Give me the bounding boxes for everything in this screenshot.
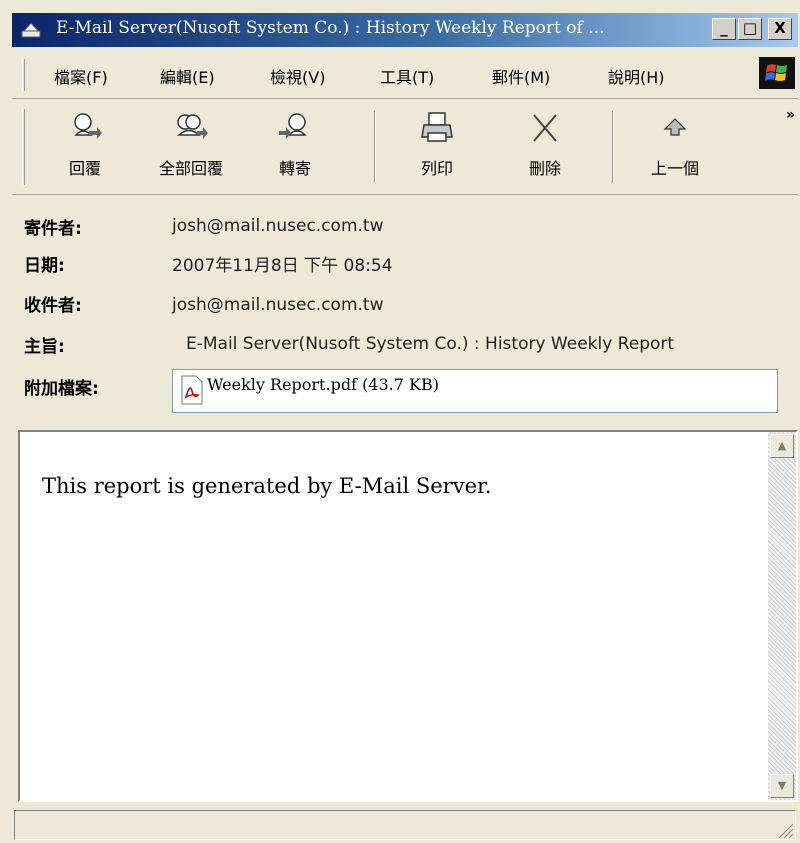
delete-label: 刪除 xyxy=(528,159,561,178)
to-value: josh@mail.nusec.com.tw xyxy=(172,295,384,315)
print-button[interactable]: 列印 xyxy=(392,107,482,189)
message-body-text: This report is generated by E-Mail Serve… xyxy=(42,474,492,498)
attachment-file-name[interactable]: Weekly Report.pdf (43.7 KB) xyxy=(207,375,439,394)
subject-value: E-Mail Server(Nusoft System Co.) : Histo… xyxy=(186,334,675,354)
reply-label: 回覆 xyxy=(68,159,101,178)
attachment-field[interactable]: Weekly Report.pdf (43.7 KB) xyxy=(172,369,778,413)
scroll-up-arrow-icon[interactable]: ▲ xyxy=(770,434,794,458)
scroll-down-arrow-icon[interactable]: ▼ xyxy=(770,774,794,798)
previous-icon xyxy=(663,118,687,136)
minimize-button[interactable]: _ xyxy=(712,18,736,40)
previous-label: 上一個 xyxy=(650,159,699,178)
delete-icon xyxy=(533,114,557,142)
to-label: 收件者: xyxy=(24,296,82,316)
menu-grip[interactable] xyxy=(22,59,25,91)
toolbar-overflow-button[interactable]: » xyxy=(786,107,795,123)
pdf-file-icon xyxy=(181,375,203,405)
print-icon xyxy=(421,112,453,142)
attachment-label: 附加檔案: xyxy=(24,379,99,399)
menu-help[interactable]: 說明(H) xyxy=(608,64,665,88)
forward-button[interactable]: 轉寄 xyxy=(250,107,340,189)
title-bar[interactable]: E-Mail Server(Nusoft System Co.) : Histo… xyxy=(12,13,798,47)
forward-icon xyxy=(279,113,307,139)
toolbar-grip[interactable] xyxy=(22,109,25,185)
window-title: E-Mail Server(Nusoft System Co.) : Histo… xyxy=(56,18,605,38)
menu-bar: 檔案(F) 編輯(E) 檢視(V) 工具(T) 郵件(M) 說明(H) xyxy=(12,51,798,99)
menu-tools[interactable]: 工具(T) xyxy=(380,64,434,88)
menu-message[interactable]: 郵件(M) xyxy=(492,64,550,88)
email-window: E-Mail Server(Nusoft System Co.) : Histo… xyxy=(0,0,800,843)
resize-grip-icon[interactable] xyxy=(776,821,794,839)
reply-all-icon xyxy=(177,114,208,139)
print-label: 列印 xyxy=(420,159,453,178)
status-panel xyxy=(14,810,796,840)
reply-all-button[interactable]: 全部回覆 xyxy=(146,107,236,189)
menu-edit[interactable]: 編輯(E) xyxy=(160,64,215,88)
menu-file[interactable]: 檔案(F) xyxy=(54,64,108,88)
menu-view[interactable]: 檢視(V) xyxy=(270,64,325,88)
from-label: 寄件者: xyxy=(24,219,82,239)
previous-button[interactable]: 上一個 xyxy=(630,107,720,189)
status-bar xyxy=(12,806,798,843)
mail-app-icon xyxy=(20,22,42,38)
toolbar-separator xyxy=(612,111,614,183)
windows-logo-icon xyxy=(759,57,795,89)
delete-button[interactable]: 刪除 xyxy=(500,107,590,189)
maximize-button[interactable]: □ xyxy=(738,18,762,40)
message-body-pane[interactable]: This report is generated by E-Mail Serve… xyxy=(18,430,798,802)
date-label: 日期: xyxy=(24,256,65,276)
reply-icon xyxy=(74,113,102,139)
date-value: 2007年11月8日 下午 08:54 xyxy=(172,256,393,276)
toolbar: 回覆 全部回覆 轉寄 列印 刪除 上一個 » xyxy=(12,101,798,195)
reply-all-label: 全部回覆 xyxy=(158,159,223,178)
from-value: josh@mail.nusec.com.tw xyxy=(172,216,384,236)
vertical-scrollbar[interactable]: ▲ ▼ xyxy=(768,432,796,800)
subject-label: 主旨: xyxy=(24,337,65,357)
reply-button[interactable]: 回覆 xyxy=(40,107,130,189)
close-button[interactable]: X xyxy=(768,18,792,40)
forward-label: 轉寄 xyxy=(278,159,311,178)
toolbar-separator xyxy=(374,111,376,183)
